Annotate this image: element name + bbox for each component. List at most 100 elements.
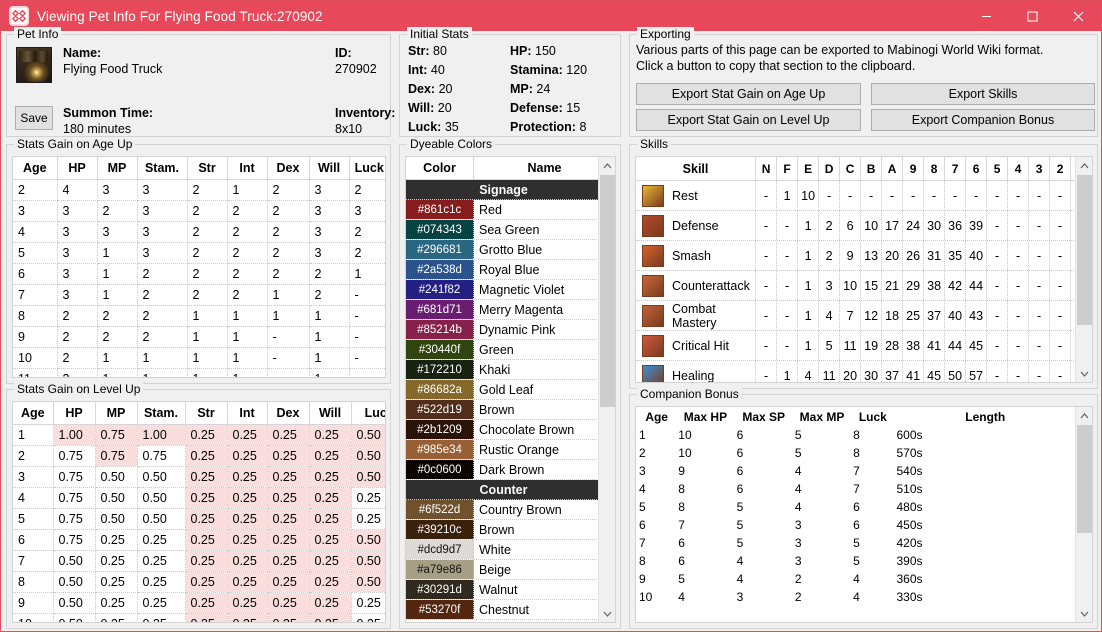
table-row[interactable]: 9 0.50 0.25 0.25 0.25 0.25 0.25 0.25 0.25 [13,592,385,614]
table-cell: 0.50 [351,529,385,551]
list-item[interactable]: #681d71 Merry Magenta [406,300,601,320]
table-row[interactable]: 2 0.75 0.75 0.75 0.25 0.25 0.25 0.25 0.50 [13,445,385,467]
skill-rank-value: - [945,181,967,210]
table-cell: 1 [187,326,228,348]
table-cell: 2 [227,221,268,243]
table-cell: 0.50 [53,592,96,614]
table-row[interactable]: 73122212- [13,284,385,306]
pet-thumbnail-image [16,47,52,83]
scrollbar-thumb[interactable] [600,175,615,407]
table-row[interactable]: 10 2 1 1 1 1-1- [13,347,385,369]
table-row[interactable]: Combat Mastery--147121825374043----- [636,301,1092,331]
table-row[interactable]: 3 9 6 4 7 540s [638,463,1075,479]
list-item[interactable]: #6f522d Country Brown [406,500,601,520]
export-stat-gain-age-up-button[interactable]: Export Stat Gain on Age Up [636,83,861,105]
table-row[interactable]: 8 6 4 3 5 390s [638,553,1075,569]
skill-rank-value: 18 [882,301,904,330]
list-item[interactable]: #dcd9d7 White [406,540,601,560]
minimize-button[interactable] [963,1,1009,31]
dyeable-colors-grid[interactable]: Color Name Signage #861c1c Red #074343 Sea G… [405,156,616,623]
export-stat-gain-level-up-button[interactable]: Export Stat Gain on Level Up [636,109,861,131]
table-row[interactable]: 1 1.00 0.75 1.00 0.25 0.25 0.25 0.25 0.50 [13,424,385,446]
scroll-down-icon[interactable] [1076,365,1092,382]
table-row[interactable]: Critical Hit--1511192838414445----- [636,331,1092,361]
table-row[interactable]: 922211-1- [13,326,385,348]
table-row[interactable]: 10 4 3 2 4 330s [638,589,1075,605]
table-cell: - [349,368,385,377]
table-row[interactable]: 3 0.75 0.50 0.50 0.25 0.25 0.25 0.25 0.50 [13,466,385,488]
maximize-button[interactable] [1009,1,1055,31]
list-item[interactable]: #985e34 Rustic Orange [406,440,601,460]
table-row[interactable]: 433322232 [13,221,385,243]
table-row[interactable]: 100.500.250.250.250.250.250.250.25 [13,613,385,622]
scroll-up-icon[interactable] [1076,157,1092,174]
table-cell: 10 [639,590,653,604]
table-row[interactable]: 631222221 [13,263,385,285]
table-row[interactable]: Rest-110------------- [636,181,1092,211]
table-row[interactable]: Healing-141120303741455057----- [636,361,1092,382]
scroll-down-icon[interactable] [599,605,615,622]
table-row[interactable]: 2 10 6 5 8 570s [638,445,1075,461]
table-row[interactable]: 4 0.75 0.50 0.50 0.25 0.25 0.25 0.25 0.25 [13,487,385,509]
table-cell: 0.50 [53,613,96,622]
table-cell: 4 [853,590,860,604]
companion-bonus-grid[interactable]: Age Max HP Max SP Max MP Luck Length 1 10 6 5 8 600… [635,406,1093,623]
companion-bonus-scrollbar[interactable] [1075,407,1092,622]
scrollbar-thumb[interactable] [1077,425,1092,533]
table-row[interactable]: Defense--126101724303639----- [636,211,1092,241]
table-row[interactable]: 7 0.50 0.25 0.25 0.25 0.25 0.25 0.25 0.50 [13,550,385,572]
stats-gain-level-up-grid[interactable]: AgeHPMPStam.StrIntDexWillLuck11.000.751.… [12,401,386,623]
list-item[interactable]: #53270f Chestnut [406,600,601,620]
table-cell: 6 [13,529,54,551]
table-cell: 0.25 [351,592,385,614]
pet-info-group: Pet Info Save Name: Flying Food Truck ID… [6,27,395,137]
list-item[interactable]: #172210 Khaki [406,360,601,380]
table-row[interactable]: Smash--129132026313540----- [636,241,1092,271]
list-item[interactable]: #86682a Gold Leaf [406,380,601,400]
list-item[interactable]: #39210c Brown [406,520,601,540]
scroll-up-icon[interactable] [599,157,615,174]
list-item[interactable]: #2a538d Royal Blue [406,260,601,280]
export-companion-bonus-button[interactable]: Export Companion Bonus [871,109,1095,131]
color-name: Grotto Blue [479,243,543,257]
skills-grid[interactable]: SkillNFEDCBA987654321 Rest-110----------… [635,156,1093,383]
scroll-down-icon[interactable] [1076,605,1092,622]
skill-name-cell: Counterattack [636,271,757,300]
stats-gain-age-up-grid[interactable]: Age HP MP Stam. Str Int Dex Will Luck 2 4 3 3 2 1 2 3 2 3 3… [12,156,386,378]
list-item[interactable]: #0c0600 Dark Brown [406,460,601,480]
list-item[interactable]: #074343 Sea Green [406,220,601,240]
table-row[interactable]: 332322233 [13,200,385,222]
list-item[interactable]: #a79e86 Beige [406,560,601,580]
table-cell: 11 [13,368,58,377]
scroll-up-icon[interactable] [1076,407,1092,424]
table-row[interactable]: 1 10 6 5 8 600s [638,427,1075,443]
table-row[interactable]: 7 6 5 3 5 420s [638,535,1075,551]
list-item[interactable]: #861c1c Red [406,200,601,220]
export-skills-button[interactable]: Export Skills [871,83,1095,105]
list-item[interactable]: #296681 Grotto Blue [406,240,601,260]
skill-rank-value: - [987,181,1009,210]
list-item[interactable]: #2b1209 Chocolate Brown [406,420,601,440]
table-row[interactable]: 6 7 5 3 6 450s [638,517,1075,533]
list-item[interactable]: #522d19 Brown [406,400,601,420]
list-item[interactable]: #241f82 Magnetic Violet [406,280,601,300]
table-row[interactable]: 4 8 6 4 7 510s [638,481,1075,497]
table-row[interactable]: 8 0.50 0.25 0.25 0.25 0.25 0.25 0.25 0.50 [13,571,385,593]
table-row[interactable]: Counterattack--1310152129384244----- [636,271,1092,301]
list-item[interactable]: #30291d Walnut [406,580,601,600]
table-row[interactable]: 243321232 [13,179,385,201]
table-row[interactable]: 82221111- [13,305,385,327]
list-item[interactable]: #85214b Dynamic Pink [406,320,601,340]
table-row[interactable]: 6 0.75 0.25 0.25 0.25 0.25 0.25 0.25 0.50 [13,529,385,551]
table-row[interactable]: 1121111-1- [13,368,385,377]
table-row[interactable]: 531322232 [13,242,385,264]
dyeable-colors-scrollbar[interactable] [598,157,615,622]
skills-scrollbar[interactable] [1075,157,1092,382]
table-row[interactable]: 5 8 5 4 6 480s [638,499,1075,515]
list-item[interactable]: #30440f Green [406,340,601,360]
table-row[interactable]: 9 5 4 2 4 360s [638,571,1075,587]
close-button[interactable] [1055,1,1101,31]
table-row[interactable]: 5 0.75 0.50 0.50 0.25 0.25 0.25 0.25 0.25 [13,508,385,530]
scrollbar-thumb[interactable] [1077,175,1092,325]
save-button[interactable]: Save [15,106,53,130]
